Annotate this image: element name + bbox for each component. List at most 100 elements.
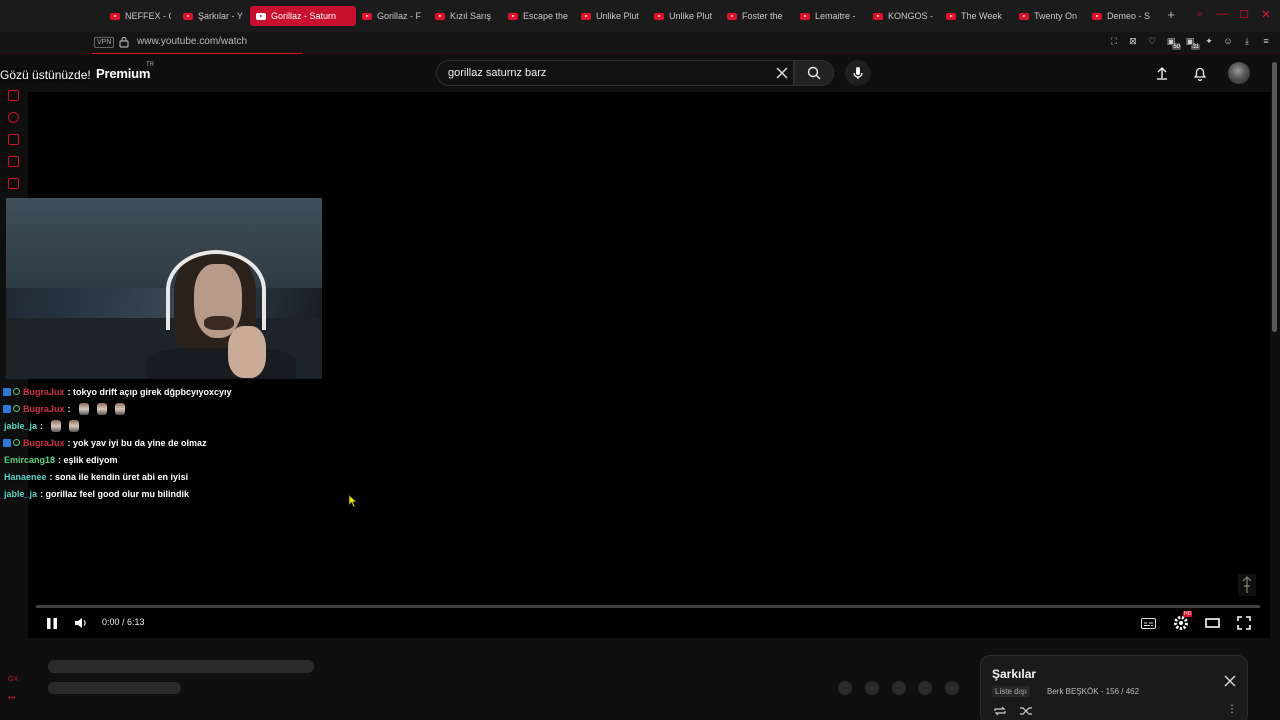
- settings-button[interactable]: HD: [1171, 611, 1193, 632]
- profile-icon[interactable]: ☺: [1222, 35, 1234, 47]
- tab-4[interactable]: Kızıl Sarış: [429, 6, 502, 26]
- vpn-badge[interactable]: VPN: [94, 37, 115, 48]
- voice-search-button[interactable]: [845, 60, 871, 86]
- sidebar-history-icon[interactable]: [8, 112, 19, 123]
- chat-username[interactable]: Emircang18: [4, 455, 55, 465]
- action-skeleton: [865, 681, 879, 695]
- upload-button[interactable]: [1152, 63, 1172, 83]
- chat-message: Hanaenee: sona ile kendin üret abi en iy…: [0, 468, 340, 485]
- loop-icon[interactable]: [993, 706, 1007, 716]
- time-display: 0:00 / 6:13: [102, 617, 145, 627]
- chat-text: : yok yav iyi bu da yine de olmaz: [67, 437, 207, 448]
- tab-13[interactable]: Demeo - S: [1086, 6, 1159, 26]
- gear-icon: [1174, 616, 1188, 630]
- tab-10[interactable]: KONGOS -: [867, 6, 940, 26]
- tab-2[interactable]: Gorillaz - Saturn: [250, 6, 356, 26]
- tab-3[interactable]: Gorillaz - F: [356, 6, 429, 26]
- upload-icon: [1157, 67, 1167, 80]
- youtube-favicon-icon: [110, 12, 120, 20]
- sidebar-more-icon[interactable]: •••: [8, 695, 18, 702]
- chat-username[interactable]: Hanaenee: [4, 472, 47, 482]
- action-skeleton: [918, 681, 932, 695]
- youtube-premium-logo[interactable]: Premium: [96, 66, 150, 81]
- tab-label: Twenty On: [1034, 11, 1078, 21]
- tab-label: Şarkılar - Y: [198, 11, 243, 21]
- new-tab-button[interactable]: +: [1163, 6, 1179, 22]
- tab-12[interactable]: Twenty On: [1013, 6, 1086, 26]
- notifications-button[interactable]: [1190, 63, 1210, 83]
- title-skeleton: [48, 660, 314, 673]
- notifications-counter-icon[interactable]: ▣ 31: [1184, 35, 1200, 50]
- snapshot-icon[interactable]: ⛶: [1108, 35, 1120, 47]
- sidebar-messenger-icon[interactable]: [8, 156, 19, 167]
- heart-icon[interactable]: ♡: [1146, 35, 1158, 47]
- sidebar-extension-icon[interactable]: GX: [8, 676, 18, 683]
- tab-7[interactable]: Unlike Plut: [648, 6, 721, 26]
- browser-tab-bar: NEFFEX - C Şarkılar - Y Gorillaz - Saturn G…: [0, 0, 1280, 32]
- tab-0[interactable]: NEFFEX - C: [104, 6, 177, 26]
- tab-5[interactable]: Escape the: [502, 6, 575, 26]
- lock-icon: [119, 36, 129, 48]
- channel-watermark[interactable]: [1238, 574, 1256, 596]
- shuffle-icon[interactable]: [1019, 706, 1033, 716]
- chat-badges: [3, 438, 20, 447]
- chat-message: BugraJux:: [0, 400, 340, 417]
- url-field[interactable]: www.youtube.com/watch: [137, 36, 247, 47]
- scrollbar-thumb[interactable]: [1272, 62, 1277, 332]
- tab-8[interactable]: Foster the: [721, 6, 794, 26]
- theater-mode-button[interactable]: [1203, 614, 1221, 632]
- stream-chat: BugraJux: tokyo drift açıp girek dğpbcyı…: [0, 383, 340, 502]
- channel-skeleton: [48, 682, 181, 694]
- close-window-button[interactable]: ✕: [1260, 8, 1272, 21]
- youtube-favicon-icon: [508, 12, 518, 20]
- sidebar-twitch-icon[interactable]: [8, 90, 19, 101]
- subtitles-button[interactable]: [1139, 614, 1157, 632]
- subtitles-icon: [1140, 617, 1156, 629]
- chat-text: :: [40, 420, 44, 431]
- search-button[interactable]: [794, 60, 834, 86]
- extensions-icon[interactable]: ✦: [1203, 35, 1215, 47]
- action-skeleton: [945, 681, 959, 695]
- fullscreen-button[interactable]: [1235, 614, 1253, 632]
- mute-button[interactable]: [72, 614, 88, 632]
- shield-icon[interactable]: ⊠: [1127, 35, 1139, 47]
- playlist-more-icon[interactable]: ⋮: [1227, 704, 1237, 715]
- tab-label: Demeo - S: [1107, 11, 1151, 21]
- tab-1[interactable]: Şarkılar - Y: [177, 6, 250, 26]
- chat-username[interactable]: BugraJux: [23, 387, 65, 397]
- menu-icon[interactable]: ≡: [1260, 35, 1272, 47]
- chat-username[interactable]: BugraJux: [23, 438, 65, 448]
- sidebar-bottom-icons: GX •••: [8, 676, 18, 714]
- tab-9[interactable]: Lemaitre -: [794, 6, 867, 26]
- tab-11[interactable]: The Week: [940, 6, 1013, 26]
- bell-icon: [1193, 67, 1207, 81]
- address-bar: VPN www.youtube.com/watch ⛶ ⊠ ♡ ▣ 50 ▣ 31 …: [0, 32, 1280, 55]
- youtube-favicon-icon: [1019, 12, 1029, 20]
- youtube-favicon-icon: [435, 12, 445, 20]
- page-scrollbar[interactable]: [1270, 54, 1280, 720]
- tab-6[interactable]: Unlike Plut: [575, 6, 648, 26]
- chat-username[interactable]: jable_ja: [4, 489, 37, 499]
- progress-bar[interactable]: [36, 605, 1260, 608]
- chat-username[interactable]: BugraJux: [23, 404, 65, 414]
- download-icon[interactable]: ⤓: [1241, 35, 1253, 47]
- clear-search-icon[interactable]: [774, 65, 790, 81]
- search-icon: [807, 66, 821, 80]
- chat-message: BugraJux: yok yav iyi bu da yine de olma…: [0, 434, 340, 451]
- chat-username[interactable]: jable_ja: [4, 421, 37, 431]
- search-tabs-icon[interactable]: ⌕: [1194, 8, 1206, 20]
- maximize-button[interactable]: ☐: [1238, 8, 1250, 21]
- chat-text: : eşlik ediyom: [58, 454, 118, 465]
- sidebar-bag-icon[interactable]: [8, 134, 19, 145]
- playlist-title[interactable]: Şarkılar: [992, 667, 1036, 681]
- search-input[interactable]: gorillaz saturnz barz: [436, 60, 794, 86]
- sidebar-mail-icon[interactable]: [8, 178, 19, 189]
- chat-emote-icon: [78, 402, 89, 415]
- microphone-icon: [853, 67, 863, 79]
- youtube-header: Premium TR gorillaz saturnz barz: [28, 54, 1270, 92]
- account-avatar[interactable]: [1228, 62, 1250, 84]
- tabs-counter-icon[interactable]: ▣ 50: [1165, 35, 1181, 50]
- minimize-button[interactable]: —: [1216, 8, 1228, 20]
- pause-button[interactable]: [44, 614, 60, 632]
- close-playlist-icon[interactable]: [1223, 674, 1237, 688]
